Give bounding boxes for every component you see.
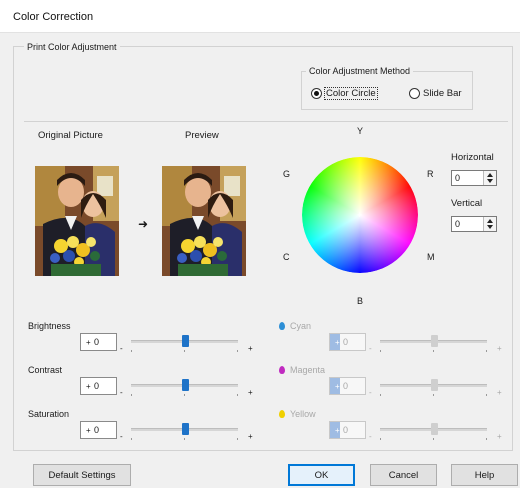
magenta-sign: + xyxy=(335,382,340,391)
slide-bar-label: Slide Bar xyxy=(423,87,462,99)
cyan-sign: + xyxy=(335,338,340,347)
yellow-plus-label: + xyxy=(497,432,502,441)
cyan-value: 0 xyxy=(343,337,349,347)
magenta-slider-ticks xyxy=(380,394,487,397)
saturation-minus-label: - xyxy=(120,432,123,441)
saturation-sign: + xyxy=(86,426,91,435)
method-label: Color Adjustment Method xyxy=(306,66,414,76)
vertical-label: Vertical xyxy=(451,198,483,209)
default-settings-button[interactable]: Default Settings xyxy=(33,464,131,486)
spin-buttons[interactable] xyxy=(483,171,496,185)
color-circle[interactable]: + xyxy=(302,157,418,273)
help-button[interactable]: Help xyxy=(451,464,518,486)
crosshair-icon: + xyxy=(357,210,363,220)
saturation-value-field[interactable]: +0 xyxy=(80,421,117,439)
cyan-value-field: +0 xyxy=(329,333,366,351)
original-picture-label: Original Picture xyxy=(38,130,103,141)
vertical-value: 0 xyxy=(455,219,461,229)
cyan-drop-icon xyxy=(279,322,285,330)
magenta-slider-thumb xyxy=(430,379,438,391)
yellow-minus-label: - xyxy=(369,432,372,441)
brightness-sign: + xyxy=(86,338,91,347)
brightness-value-field[interactable]: +0 xyxy=(80,333,117,351)
divider xyxy=(24,121,508,122)
ok-button[interactable]: OK xyxy=(288,464,355,486)
contrast-value: 0 xyxy=(94,381,100,391)
magenta-drop-icon xyxy=(279,366,285,374)
brightness-slider-ticks xyxy=(131,350,238,353)
cancel-button[interactable]: Cancel xyxy=(370,464,437,486)
original-picture xyxy=(35,166,119,276)
brightness-value: 0 xyxy=(94,337,100,347)
wheel-label-g: G xyxy=(283,169,291,179)
spin-buttons[interactable] xyxy=(483,217,496,231)
magenta-value: 0 xyxy=(343,381,349,391)
contrast-slider-ticks xyxy=(131,394,238,397)
color-circle-radio[interactable]: Color Circle xyxy=(311,86,378,100)
yellow-slider-thumb xyxy=(430,423,438,435)
wheel-label-y: Y xyxy=(357,126,364,136)
color-circle-label: Color Circle xyxy=(324,86,378,100)
wheel-label-b: B xyxy=(357,296,364,306)
brightness-label: Brightness xyxy=(28,321,71,331)
saturation-value: 0 xyxy=(94,425,100,435)
contrast-label: Contrast xyxy=(28,365,63,375)
window-title: Color Correction xyxy=(13,11,94,23)
magenta-value-field: +0 xyxy=(329,377,366,395)
saturation-slider-thumb[interactable] xyxy=(181,423,189,435)
magenta-label: Magenta xyxy=(290,365,326,375)
preview-label: Preview xyxy=(185,130,219,141)
cyan-plus-label: + xyxy=(497,344,502,353)
yellow-slider-ticks xyxy=(380,438,487,441)
cyan-label: Cyan xyxy=(290,321,312,331)
magenta-minus-label: - xyxy=(369,388,372,397)
wheel-label-r: R xyxy=(427,169,434,179)
yellow-sign: + xyxy=(335,426,340,435)
magenta-plus-label: + xyxy=(497,388,502,397)
horizontal-label: Horizontal xyxy=(451,152,494,163)
contrast-slider-thumb[interactable] xyxy=(181,379,189,391)
saturation-label: Saturation xyxy=(28,409,70,419)
radio-dot xyxy=(409,87,420,99)
slide-bar-radio[interactable]: Slide Bar xyxy=(409,86,462,100)
vertical-spinbox[interactable]: 0 xyxy=(451,216,497,232)
radio-dot xyxy=(311,87,322,99)
saturation-slider-ticks xyxy=(131,438,238,441)
saturation-plus-label: + xyxy=(248,432,253,441)
wheel-label-c: C xyxy=(283,252,290,262)
cyan-slider-ticks xyxy=(380,350,487,353)
horizontal-spinbox[interactable]: 0 xyxy=(451,170,497,186)
contrast-sign: + xyxy=(86,382,91,391)
cyan-slider-thumb xyxy=(430,335,438,347)
wheel-label-m: M xyxy=(427,252,435,262)
cyan-minus-label: - xyxy=(369,344,372,353)
contrast-value-field[interactable]: +0 xyxy=(80,377,117,395)
yellow-drop-icon xyxy=(279,410,285,418)
brightness-plus-label: + xyxy=(248,344,253,353)
yellow-label: Yellow xyxy=(290,409,316,419)
group-label: Print Color Adjustment xyxy=(24,42,120,52)
horizontal-value: 0 xyxy=(455,173,461,183)
arrow-right-icon: ➜ xyxy=(138,217,149,231)
contrast-minus-label: - xyxy=(120,388,123,397)
yellow-value: 0 xyxy=(343,425,349,435)
title-bar: Color Correction xyxy=(0,0,520,33)
color-correction-dialog: Color Correction Print Color Adjustment … xyxy=(0,0,520,488)
yellow-value-field: +0 xyxy=(329,421,366,439)
brightness-slider-thumb[interactable] xyxy=(181,335,189,347)
brightness-minus-label: - xyxy=(120,344,123,353)
preview-picture xyxy=(162,166,246,276)
contrast-plus-label: + xyxy=(248,388,253,397)
